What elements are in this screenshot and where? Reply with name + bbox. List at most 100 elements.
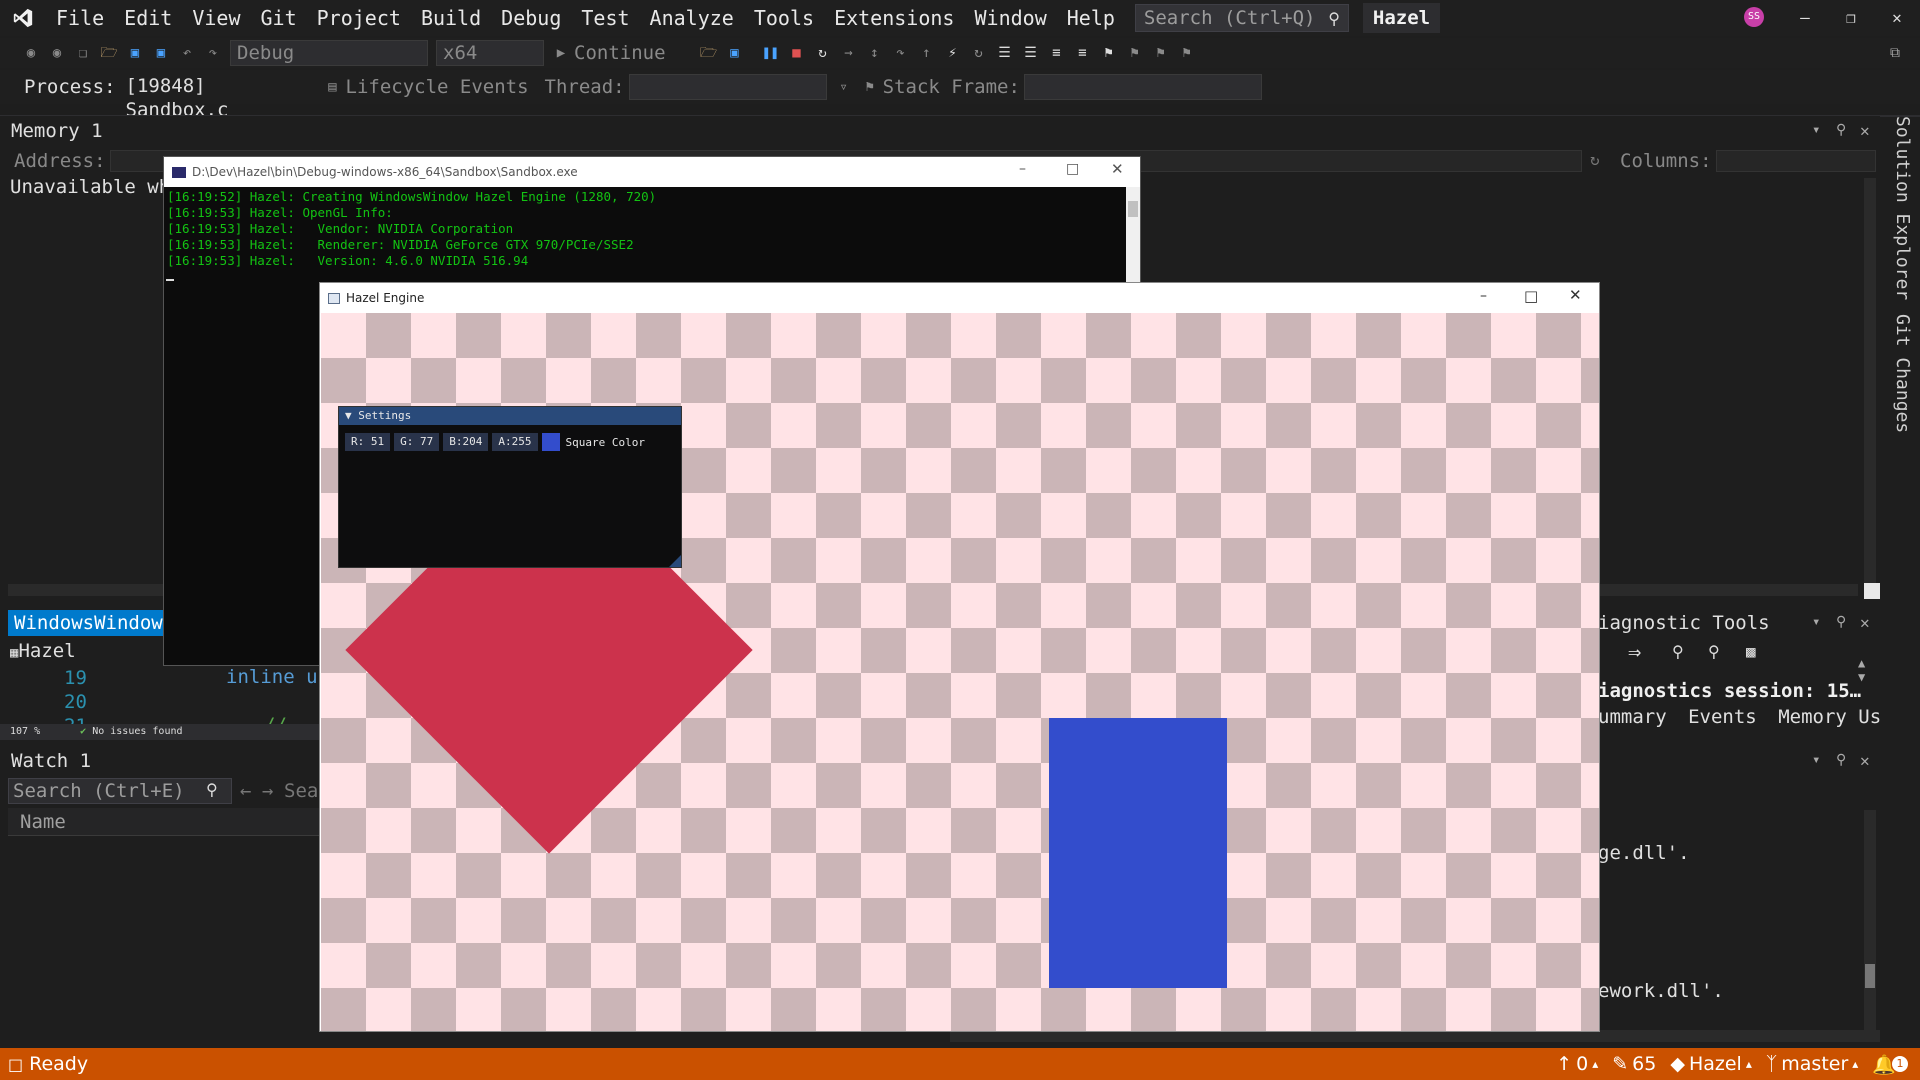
git-changes-tab[interactable]: Git Changes xyxy=(1892,314,1913,433)
render-viewport[interactable]: ▼ Settings R: 51 G: 77 B:204 A:255 Squar… xyxy=(321,313,1599,1031)
alpha-channel-field[interactable]: A:255 xyxy=(492,433,538,451)
vertical-scrollbar[interactable] xyxy=(1864,810,1876,1036)
thread-icon[interactable]: ☰ xyxy=(996,44,1014,62)
columns-select[interactable] xyxy=(1716,150,1876,172)
collapse-arrow-icon[interactable]: ▼ xyxy=(345,409,352,422)
pin-icon[interactable]: ⚲ xyxy=(1836,752,1846,768)
repo-name[interactable]: Hazel xyxy=(1689,1053,1742,1075)
open-folder-icon[interactable]: 🗁 xyxy=(100,44,118,62)
menu-analyze[interactable]: Analyze xyxy=(640,0,744,36)
refresh-icon[interactable]: ↻ xyxy=(970,44,988,62)
close-icon[interactable]: ✕ xyxy=(1111,160,1124,178)
screenshot-icon[interactable]: ▣ xyxy=(726,44,744,62)
dropdown-icon[interactable]: ▾ xyxy=(1812,614,1820,630)
hot-reload-icon[interactable]: ⚡ xyxy=(944,44,962,62)
hazel-title-bar[interactable]: Hazel Engine – □ ✕ xyxy=(320,283,1599,313)
watch-search-input[interactable]: Search (Ctrl+E) xyxy=(8,778,232,804)
prev-bookmark-icon[interactable]: ⚑ xyxy=(1126,44,1144,62)
menu-extensions[interactable]: Extensions xyxy=(824,0,964,36)
menu-build[interactable]: Build xyxy=(411,0,491,36)
dropdown-icon[interactable]: ▾ xyxy=(1812,122,1820,138)
maximize-icon[interactable]: □ xyxy=(1524,287,1538,305)
editor-tab[interactable]: WindowsWindow. xyxy=(8,610,181,636)
close-icon[interactable]: ✕ xyxy=(1874,0,1920,36)
red-channel-field[interactable]: R: 51 xyxy=(345,433,391,451)
menu-project[interactable]: Project xyxy=(307,0,411,36)
search-depth-label[interactable]: Sea xyxy=(284,780,318,802)
menu-window[interactable]: Window xyxy=(964,0,1056,36)
menu-git[interactable]: Git xyxy=(251,0,307,36)
avatar[interactable]: SS xyxy=(1744,7,1764,27)
menu-tools[interactable]: Tools xyxy=(744,0,824,36)
flag-icon[interactable]: ⚑ xyxy=(861,78,879,96)
lifecycle-events-button[interactable]: Lifecycle Events xyxy=(346,76,529,98)
unpushed-count[interactable]: 0 xyxy=(1576,1053,1588,1075)
name-column-header[interactable]: Name xyxy=(20,811,66,833)
blue-channel-field[interactable]: B:204 xyxy=(443,433,489,451)
locals-icon[interactable]: ☰ xyxy=(1022,44,1040,62)
console-title-bar[interactable]: D:\Dev\Hazel\bin\Debug-windows-x86_64\Sa… xyxy=(164,157,1140,187)
issues-status[interactable]: No issues found xyxy=(92,726,182,737)
scrollbar-thumb[interactable] xyxy=(1128,201,1138,217)
global-search-input[interactable]: Search (Ctrl+Q) ⚲ xyxy=(1134,4,1349,32)
back-icon[interactable]: ← xyxy=(240,780,251,802)
changes-count[interactable]: 65 xyxy=(1632,1053,1656,1075)
back-icon[interactable]: ◉ xyxy=(22,44,40,62)
process-select[interactable]: [19848] Sandbox.с xyxy=(119,74,316,121)
step-into-icon[interactable]: ↕ xyxy=(866,44,884,62)
minimize-icon[interactable]: – xyxy=(1019,161,1026,177)
play-icon[interactable]: ▶ xyxy=(552,44,570,62)
close-icon[interactable]: ✕ xyxy=(1860,751,1870,770)
pause-icon[interactable]: ❚❚ xyxy=(762,44,780,62)
indent-icon[interactable]: ≡ xyxy=(1048,44,1066,62)
branch-name[interactable]: master xyxy=(1781,1053,1848,1075)
select-tools-icon[interactable]: ⇒ xyxy=(1628,640,1641,665)
outdent-icon[interactable]: ≡ xyxy=(1074,44,1092,62)
tab-memory-usage[interactable]: Memory Us xyxy=(1778,706,1880,728)
menu-file[interactable]: File xyxy=(46,0,114,36)
color-swatch[interactable] xyxy=(541,433,560,451)
close-icon[interactable]: ✕ xyxy=(1569,286,1582,304)
stack-frame-select[interactable] xyxy=(1023,74,1262,100)
next-bookmark-icon[interactable]: ⚑ xyxy=(1152,44,1170,62)
step-over-icon[interactable]: ↷ xyxy=(892,44,910,62)
restore-icon[interactable]: ❐ xyxy=(1828,0,1874,36)
show-next-statement-icon[interactable]: → xyxy=(840,44,858,62)
search-icon[interactable]: ⚲ xyxy=(206,780,218,799)
pin-icon[interactable]: ⚲ xyxy=(1836,122,1846,138)
scroll-arrows[interactable]: ▲ ▼ xyxy=(1858,656,1878,696)
pin-toolbar-icon[interactable]: ⧉ xyxy=(1886,44,1904,62)
step-out-icon[interactable]: ↑ xyxy=(918,44,936,62)
visual-studio-logo-icon[interactable] xyxy=(12,7,34,29)
bookmark-icon[interactable]: ⚑ xyxy=(1100,44,1118,62)
code-line[interactable]: inline u xyxy=(226,666,318,688)
scrollbar-thumb[interactable] xyxy=(1865,964,1875,988)
notification-badge[interactable]: 1 xyxy=(1892,1056,1908,1072)
redo-icon[interactable]: ↷ xyxy=(204,44,222,62)
new-project-icon[interactable]: ❏ xyxy=(74,44,92,62)
zoom-in-icon[interactable]: ⚲ xyxy=(1672,642,1684,661)
tab-events[interactable]: Events xyxy=(1688,706,1757,728)
restart-icon[interactable]: ↻ xyxy=(814,44,832,62)
green-channel-field[interactable]: G: 77 xyxy=(394,433,440,451)
thread-select[interactable] xyxy=(628,74,827,100)
configuration-select[interactable]: Debug xyxy=(230,40,428,66)
clear-bookmarks-icon[interactable]: ⚑ xyxy=(1178,44,1196,62)
filter-icon[interactable]: ▿ xyxy=(835,78,853,96)
minimize-icon[interactable]: – xyxy=(1480,288,1487,304)
settings-header[interactable]: ▼ Settings xyxy=(339,407,681,425)
menu-test[interactable]: Test xyxy=(571,0,639,36)
dropdown-icon[interactable]: ▾ xyxy=(1812,752,1820,768)
save-icon[interactable]: ▣ xyxy=(126,44,144,62)
menu-help[interactable]: Help xyxy=(1057,0,1125,36)
close-icon[interactable]: ✕ xyxy=(1860,121,1870,140)
menu-edit[interactable]: Edit xyxy=(114,0,182,36)
solution-explorer-tab[interactable]: Solution Explorer xyxy=(1892,116,1913,300)
zoom-level[interactable]: 107 % xyxy=(10,726,40,737)
forward-icon[interactable]: → xyxy=(262,780,273,802)
continue-button[interactable]: Continue xyxy=(574,42,666,64)
pin-icon[interactable]: ⚲ xyxy=(1836,614,1846,630)
close-icon[interactable]: ✕ xyxy=(1860,613,1870,632)
imgui-settings-window[interactable]: ▼ Settings R: 51 G: 77 B:204 A:255 Squar… xyxy=(338,406,682,568)
minimize-icon[interactable]: – xyxy=(1782,0,1828,36)
